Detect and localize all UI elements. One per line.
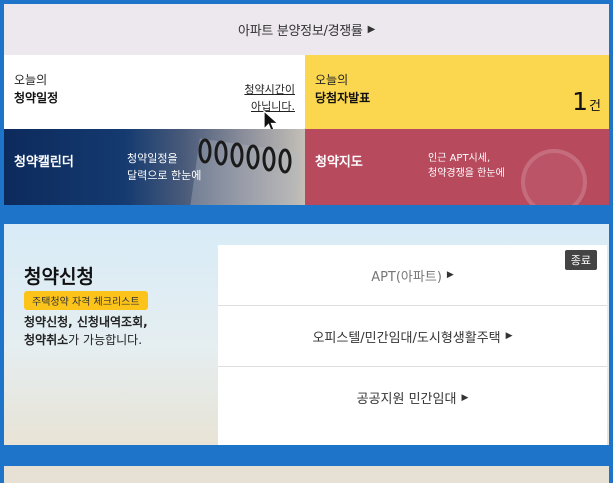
apply-title: 청약신청	[24, 266, 94, 288]
closed-badge: 종료	[564, 250, 597, 270]
apply-options-box: 종료 APT(아파트) ▶ 오피스텔/민간임대/도시형생활주택 ▶ 공공지원 민…	[218, 245, 607, 445]
apply-desc-line-2-bold: 청약취소	[24, 333, 69, 347]
play-arrow-icon: ▶	[446, 270, 454, 280]
apt-sale-info-banner[interactable]: 아파트 분양정보/경쟁률 ▶	[4, 4, 609, 55]
today-winner-title: 당첨자발표	[315, 91, 371, 105]
map-pin-decoration	[521, 149, 587, 205]
spiral-notebook-icon	[190, 138, 299, 205]
subscription-apply-panel: 청약신청 주택청약 자격 체크리스트 청약신청, 신청내역조회, 청약취소가 가…	[4, 224, 609, 445]
subscription-map-card[interactable]: 청약지도 인근 APT시세, 청약경쟁을 한눈에	[305, 129, 609, 205]
apply-desc-line-2-rest: 가 가능합니다.	[68, 333, 143, 347]
today-winner-card[interactable]: 오늘의 당첨자발표 1 건	[305, 55, 609, 129]
play-arrow-icon: ▶	[505, 331, 513, 341]
map-description: 인근 APT시세, 청약경쟁을 한눈에	[428, 151, 505, 181]
apply-desc-line-1: 청약신청, 신청내역조회,	[24, 315, 148, 329]
today-schedule-subtitle: 오늘의	[14, 73, 48, 87]
map-title: 청약지도	[315, 155, 363, 170]
eligibility-checklist-button[interactable]: 주택청약 자격 체크리스트	[24, 291, 148, 310]
calendar-desc-line-1: 청약일정을	[127, 152, 178, 165]
apply-public-rental-button[interactable]: 공공지원 민간임대 ▶	[218, 367, 607, 428]
apply-apt-button[interactable]: APT(아파트) ▶	[218, 245, 607, 306]
today-winner-subtitle: 오늘의	[315, 73, 349, 87]
today-schedule-title: 청약일정	[14, 91, 59, 105]
play-arrow-icon: ▶	[367, 24, 376, 35]
apply-description: 청약신청, 신청내역조회, 청약취소가 가능합니다.	[24, 313, 148, 349]
winner-count: 1 건	[572, 87, 601, 116]
apply-officetel-button[interactable]: 오피스텔/민간임대/도시형생활주택 ▶	[218, 306, 607, 367]
today-schedule-card[interactable]: 오늘의 청약일정 청약시간이 아닙니다.	[4, 55, 305, 133]
winner-count-value: 1	[572, 87, 589, 116]
no-schedule-line-1: 청약시간이	[244, 83, 295, 96]
winner-count-unit: 건	[589, 99, 601, 114]
calendar-description: 청약일정을 달력으로 한눈에	[127, 150, 201, 184]
apt-sale-info-label: 아파트 분양정보/경쟁률	[238, 24, 363, 39]
apply-public-rental-label: 공공지원 민간임대	[356, 392, 457, 407]
map-desc-line-1: 인근 APT시세,	[428, 153, 491, 164]
calendar-card[interactable]: 청약캘린더 청약일정을 달력으로 한눈에	[4, 129, 305, 205]
map-desc-line-2: 청약경쟁을 한눈에	[428, 168, 505, 179]
apply-officetel-label: 오피스텔/민간임대/도시형생활주택	[312, 330, 501, 346]
calendar-desc-line-2: 달력으로 한눈에	[127, 169, 202, 182]
play-arrow-icon: ▶	[461, 392, 469, 403]
calendar-title: 청약캘린더	[14, 155, 74, 170]
next-panel	[4, 466, 609, 483]
subscription-info-panel: 아파트 분양정보/경쟁률 ▶ 오늘의 청약일정 청약시간이 아닙니다. 오늘의 …	[4, 4, 609, 205]
apply-apt-label: APT(아파트)	[371, 269, 442, 285]
